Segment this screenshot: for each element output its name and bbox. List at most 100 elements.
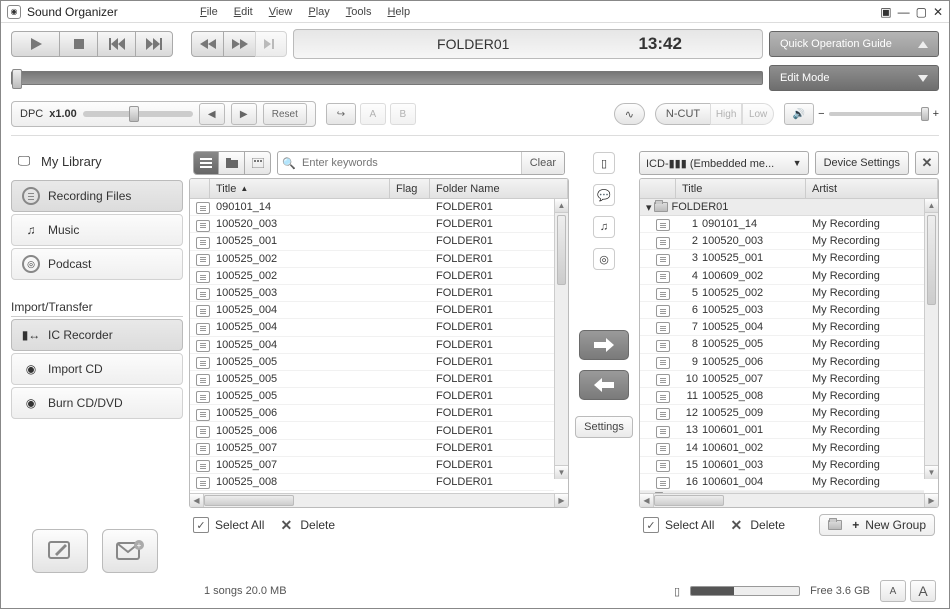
menu-play[interactable]: Play	[308, 6, 329, 18]
font-small-button[interactable]: A	[880, 580, 906, 602]
mark-b-button[interactable]: B	[390, 103, 416, 125]
select-all-button[interactable]: ✓ Select All	[193, 517, 264, 533]
easy-search-button[interactable]	[255, 31, 287, 57]
next-button[interactable]	[135, 31, 173, 57]
table-row[interactable]: 2100520_003 My Recording	[640, 233, 924, 250]
device-close-button[interactable]: ✕	[915, 151, 939, 175]
table-row[interactable]: 100525_007 FOLDER01	[190, 457, 554, 474]
rewind-button[interactable]	[191, 31, 223, 57]
delete-button[interactable]: ✕ Delete	[278, 517, 335, 533]
sidebar-item-ic-recorder[interactable]: ▮↔ IC Recorder	[11, 319, 183, 351]
mark-a-button[interactable]: A	[360, 103, 386, 125]
table-row[interactable]: 8100525_005 My Recording	[640, 336, 924, 353]
device-folder-row[interactable]: ▾FOLDER01	[640, 199, 924, 216]
sidebar-item-import-cd[interactable]: ◉ Import CD	[11, 353, 183, 385]
new-group-button[interactable]: + New Group	[819, 514, 935, 536]
view-folder-button[interactable]	[219, 151, 245, 175]
table-row[interactable]: 4100609_002 My Recording	[640, 268, 924, 285]
table-row[interactable]: 100525_004 FOLDER01	[190, 319, 554, 336]
prev-button[interactable]	[97, 31, 135, 57]
table-row[interactable]: 100525_002 FOLDER01	[190, 251, 554, 268]
device-vscroll[interactable]: ▲▼	[924, 199, 938, 479]
search-clear-button[interactable]: Clear	[521, 152, 564, 174]
library-hscroll[interactable]: ◀▶	[190, 493, 568, 507]
stop-button[interactable]	[59, 31, 97, 57]
table-row[interactable]: 090101_14 FOLDER01	[190, 199, 554, 216]
search-input[interactable]	[300, 153, 521, 173]
menu-tools[interactable]: Tools	[346, 6, 372, 18]
transfer-to-device-button[interactable]	[579, 330, 629, 360]
transfer-settings-button[interactable]: Settings	[575, 416, 633, 438]
dpc-up-button[interactable]: ▶	[231, 103, 257, 125]
ncut-high-button[interactable]: High	[710, 103, 742, 125]
device-selector[interactable]: ICD-▮▮▮ (Embedded me... ▼	[639, 151, 809, 175]
table-row[interactable]: 100525_003 FOLDER01	[190, 285, 554, 302]
table-row[interactable]: 10100525_007 My Recording	[640, 371, 924, 388]
play-button[interactable]	[11, 31, 59, 57]
table-row[interactable]: 100525_007 FOLDER01	[190, 440, 554, 457]
quick-guide-button[interactable]: Quick Operation Guide	[769, 31, 939, 57]
close-button[interactable]: ✕	[933, 5, 943, 19]
table-row[interactable]: 7100525_004 My Recording	[640, 319, 924, 336]
col-title[interactable]: Title ▲	[210, 179, 390, 198]
menu-view[interactable]: View	[269, 6, 293, 18]
table-row[interactable]: 100525_005 FOLDER01	[190, 371, 554, 388]
device-select-all-button[interactable]: ✓ Select All	[643, 517, 714, 533]
menu-file[interactable]: File	[200, 6, 218, 18]
device-settings-button[interactable]: Device Settings	[815, 151, 909, 175]
view-calendar-button[interactable]	[245, 151, 271, 175]
col-folder[interactable]: Folder Name	[430, 179, 568, 198]
menu-help[interactable]: Help	[387, 6, 410, 18]
library-vscroll[interactable]: ▲▼	[554, 199, 568, 479]
table-row[interactable]: 100525_004 FOLDER01	[190, 337, 554, 354]
table-row[interactable]: 100525_002 FOLDER01	[190, 268, 554, 285]
repeat-button[interactable]: ↪	[326, 103, 356, 125]
table-row[interactable]: 5100525_002 My Recording	[640, 285, 924, 302]
tray-icon[interactable]: ▣	[880, 5, 891, 19]
edit-mode-button[interactable]: Edit Mode	[769, 65, 939, 91]
device-hscroll[interactable]: ◀▶	[640, 493, 938, 507]
dpc-down-button[interactable]: ◀	[199, 103, 225, 125]
send-mail-button[interactable]: +	[102, 529, 158, 573]
sidebar-item-podcast[interactable]: ◎ Podcast	[11, 248, 183, 280]
transfer-to-library-button[interactable]	[579, 370, 629, 400]
dev-col-title[interactable]: Title	[676, 179, 806, 198]
table-row[interactable]: 6100525_003 My Recording	[640, 302, 924, 319]
table-row[interactable]: 1090101_14 My Recording	[640, 216, 924, 233]
table-row[interactable]: 100525_006 FOLDER01	[190, 422, 554, 439]
dev-col-artist[interactable]: Artist	[806, 179, 938, 198]
sidebar-item-music[interactable]: ♫ Music	[11, 214, 183, 246]
table-row[interactable]: 100525_001 FOLDER01	[190, 233, 554, 250]
table-row[interactable]: 12100525_009 My Recording	[640, 405, 924, 422]
table-row[interactable]: 9100525_006 My Recording	[640, 354, 924, 371]
table-row[interactable]: 3100525_001 My Recording	[640, 250, 924, 267]
table-row[interactable]: 100525_005 FOLDER01	[190, 388, 554, 405]
forward-button[interactable]	[223, 31, 255, 57]
table-row[interactable]: 14100601_002 My Recording	[640, 439, 924, 456]
menu-edit[interactable]: Edit	[234, 6, 253, 18]
sidebar-item-burn-cd[interactable]: ◉ Burn CD/DVD	[11, 387, 183, 419]
table-row[interactable]: 100520_003 FOLDER01	[190, 216, 554, 233]
edit-file-button[interactable]	[32, 529, 88, 573]
volume-icon[interactable]: 🔊	[784, 103, 814, 125]
ncut-low-button[interactable]: Low	[742, 103, 774, 125]
device-delete-button[interactable]: ✕ Delete	[728, 517, 785, 533]
minimize-button[interactable]: —	[898, 5, 910, 19]
view-list-button[interactable]	[193, 151, 219, 175]
table-row[interactable]: 11100525_008 My Recording	[640, 388, 924, 405]
seek-slider[interactable]	[11, 71, 763, 85]
table-row[interactable]: 100525_005 FOLDER01	[190, 354, 554, 371]
ncut-button[interactable]: N-CUT	[655, 103, 710, 125]
dpc-reset-button[interactable]: Reset	[263, 103, 307, 125]
device-folder-row[interactable]: ▸FOLDER02	[640, 491, 924, 493]
table-row[interactable]: 100525_006 FOLDER01	[190, 405, 554, 422]
music-tab-icon[interactable]: ♫	[593, 216, 615, 238]
table-row[interactable]: 15100601_003 My Recording	[640, 457, 924, 474]
table-row[interactable]: 100525_004 FOLDER01	[190, 302, 554, 319]
volume-slider[interactable]	[829, 112, 929, 116]
waveform-button[interactable]: ∿	[614, 103, 645, 125]
table-row[interactable]: 100525_008 FOLDER01	[190, 474, 554, 491]
maximize-button[interactable]: ▢	[916, 5, 927, 19]
podcast-tab-icon[interactable]: ◎	[593, 248, 615, 270]
sidebar-item-recording[interactable]: Recording Files	[11, 180, 183, 212]
